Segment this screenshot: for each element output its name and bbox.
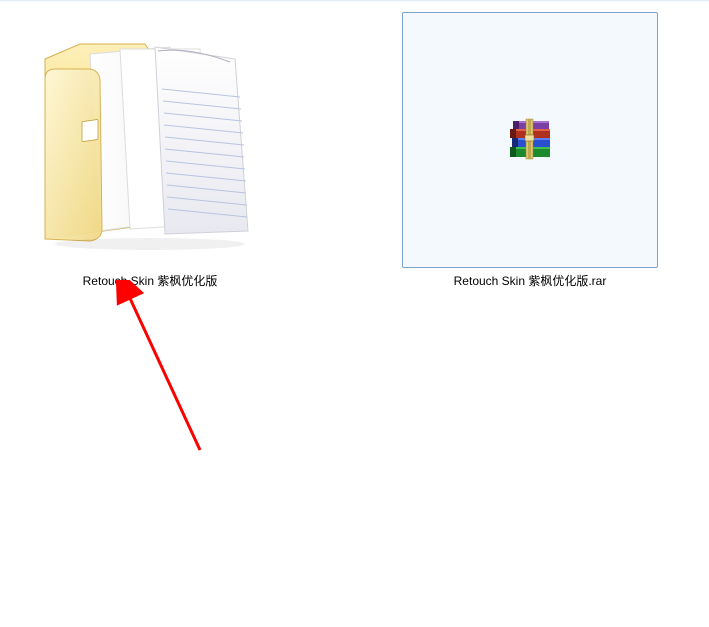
folder-icon-wrap — [22, 12, 278, 268]
file-explorer-view[interactable]: Retouch Skin 紫枫优化版 — [0, 2, 709, 627]
file-label: Retouch Skin 紫枫优化版.rar — [454, 274, 607, 290]
rar-icon-wrap — [402, 12, 658, 268]
file-label: Retouch Skin 紫枫优化版 — [83, 274, 218, 290]
rar-archive-icon — [506, 117, 554, 164]
items-container: Retouch Skin 紫枫优化版 — [20, 12, 689, 290]
file-item-folder[interactable]: Retouch Skin 紫枫优化版 — [20, 12, 280, 290]
file-item-rar[interactable]: Retouch Skin 紫枫优化版.rar — [400, 12, 660, 290]
folder-with-documents-icon — [30, 19, 270, 262]
